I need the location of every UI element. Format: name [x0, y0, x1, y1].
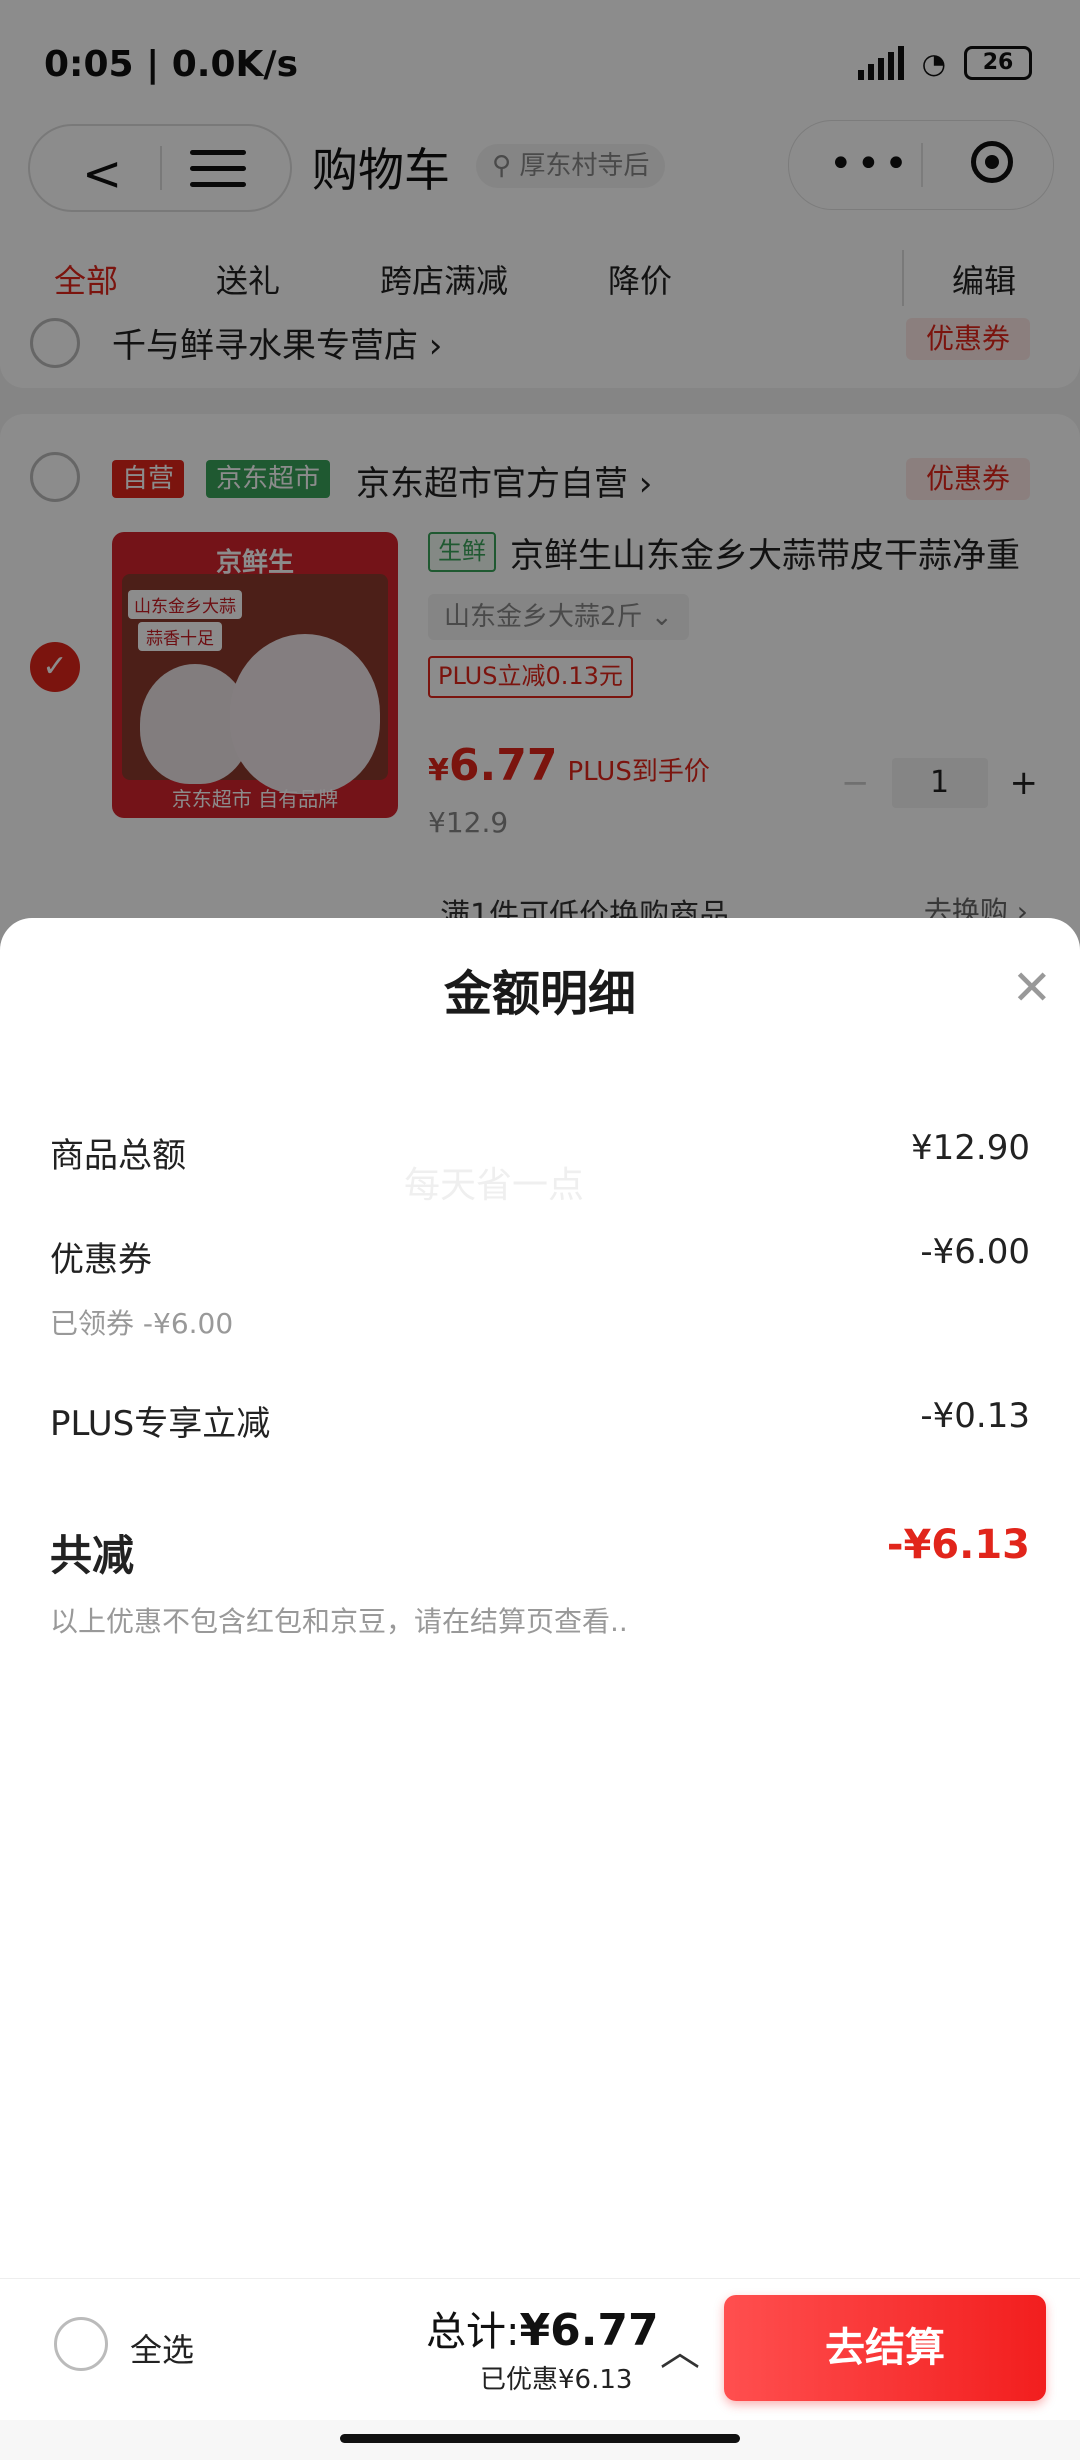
- plus-discount-label: PLUS专享立减: [50, 1404, 271, 1444]
- total-discount-value: -¥6.13: [886, 1522, 1030, 1568]
- coupon-value: -¥6.00: [920, 1232, 1030, 1272]
- goods-total-label: 商品总额: [50, 1136, 186, 1176]
- total-prefix: 总计:: [426, 2309, 520, 2355]
- coupon-sub: 已领券 -¥6.00: [50, 1307, 234, 1340]
- coupon-label: 优惠券: [50, 1240, 152, 1280]
- total-summary: 总计:¥6.77: [426, 2299, 659, 2357]
- sheet-title: 金额明细: [443, 966, 636, 1022]
- select-all-label[interactable]: 全选: [130, 2325, 194, 2371]
- home-indicator[interactable]: [340, 2434, 740, 2443]
- checkout-button[interactable]: 去结算: [724, 2295, 1046, 2401]
- select-all-checkbox[interactable]: [54, 2317, 108, 2371]
- amount-detail-sheet: 金额明细 ✕ 每天省一点 商品总额 ¥12.90 优惠券 -¥6.00 已领券 …: [0, 918, 1080, 2278]
- plus-discount-value: -¥0.13: [920, 1396, 1030, 1436]
- checkout-bar: 全选 总计:¥6.77 已优惠¥6.13 ︿ 去结算: [0, 2278, 1080, 2421]
- system-nav-bar: [0, 2420, 1080, 2460]
- chevron-up-icon[interactable]: ︿: [660, 2319, 700, 2377]
- total-amount: ¥6.77: [519, 2305, 659, 2356]
- discount-note: 以上优惠不包含红包和京豆，请在结算页查看..: [50, 1605, 628, 1638]
- saved-amount: 已优惠¥6.13: [480, 2365, 633, 2395]
- watermark: 每天省一点: [404, 1165, 585, 1206]
- goods-total-value: ¥12.90: [911, 1128, 1030, 1168]
- close-icon[interactable]: ✕: [1012, 960, 1052, 1016]
- total-discount-label: 共减: [50, 1531, 135, 1580]
